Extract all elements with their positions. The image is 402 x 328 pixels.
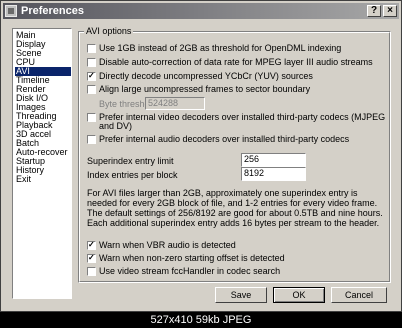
category-item-display[interactable]: Display (15, 40, 71, 49)
index-entries-label: Index entries per block (87, 170, 178, 180)
warn-vbr-checkbox[interactable]: ✓ (87, 240, 96, 250)
avi-options-group-label: AVI options (84, 26, 134, 36)
category-item-avi[interactable]: AVI (15, 67, 71, 76)
image-caption: 527x410 59kb JPEG (150, 314, 252, 326)
category-item-playback[interactable]: Playback (15, 121, 71, 130)
category-item-render[interactable]: Render (15, 85, 71, 94)
cancel-button[interactable]: Cancel (331, 287, 387, 303)
category-item-batch[interactable]: Batch (15, 139, 71, 148)
checkmark-icon: ✓ (88, 240, 95, 249)
category-item-auto-recover[interactable]: Auto-recover (15, 148, 71, 157)
prefer-internal-audio-checkbox[interactable] (87, 135, 96, 144)
yuv-decode-checkbox[interactable]: ✓ (87, 71, 96, 81)
warn-vbr-label[interactable]: Warn when VBR audio is detected (99, 240, 236, 250)
prefer-internal-video-label[interactable]: Prefer internal video decoders over inst… (99, 112, 385, 122)
checkmark-icon: ✓ (88, 253, 95, 262)
category-item-history[interactable]: History (15, 166, 71, 175)
align-frames-label[interactable]: Align large uncompressed frames to secto… (99, 84, 310, 94)
warn-offset-label[interactable]: Warn when non-zero starting offset is de… (99, 253, 285, 263)
category-list[interactable]: Main Display Scene CPU AVI Timeline Rend… (12, 28, 72, 299)
close-button[interactable]: × (383, 5, 397, 17)
superindex-field[interactable]: 256 (241, 153, 306, 167)
app-icon (5, 5, 17, 17)
prefer-internal-video-checkbox[interactable] (87, 113, 96, 122)
category-item-timeline[interactable]: Timeline (15, 76, 71, 85)
category-item-main[interactable]: Main (15, 31, 71, 40)
opendml-1gb-checkbox[interactable] (87, 44, 96, 53)
category-item-images[interactable]: Images (15, 103, 71, 112)
superindex-label: Superindex entry limit (87, 156, 174, 166)
byte-threshold-field: 524288 (145, 97, 205, 110)
align-frames-checkbox[interactable] (87, 85, 96, 94)
category-item-startup[interactable]: Startup (15, 157, 71, 166)
yuv-decode-label[interactable]: Directly decode uncompressed YCbCr (YUV)… (99, 71, 313, 81)
category-item-threading[interactable]: Threading (15, 112, 71, 121)
category-item-3d-accel[interactable]: 3D accel (15, 130, 71, 139)
category-item-exit[interactable]: Exit (15, 175, 71, 184)
help-button[interactable]: ? (367, 5, 381, 17)
mp3-datarate-checkbox[interactable] (87, 58, 96, 67)
opendml-1gb-label[interactable]: Use 1GB instead of 2GB as threshold for … (99, 43, 341, 53)
ok-button[interactable]: OK (273, 287, 325, 303)
prefer-internal-video-label-cont[interactable]: and DV) (99, 121, 132, 131)
mp3-datarate-label[interactable]: Disable auto-correction of data rate for… (99, 57, 373, 67)
checkmark-icon: ✓ (88, 71, 95, 80)
index-entries-field[interactable]: 8192 (241, 167, 306, 181)
superindex-info-text: For AVI files larger than 2GB, approxima… (87, 188, 383, 228)
category-item-scene[interactable]: Scene (15, 49, 71, 58)
warn-offset-checkbox[interactable]: ✓ (87, 253, 96, 263)
category-item-cpu[interactable]: CPU (15, 58, 71, 67)
prefer-internal-audio-label[interactable]: Prefer internal audio decoders over inst… (99, 134, 349, 144)
title-bar[interactable]: Preferences ? × (3, 3, 399, 19)
fcchandler-label[interactable]: Use video stream fccHandler in codec sea… (99, 266, 280, 276)
preferences-window: Preferences ? × Main Display Scene CPU A… (0, 0, 402, 312)
save-button[interactable]: Save (215, 287, 267, 303)
fcchandler-checkbox[interactable] (87, 267, 96, 276)
window-title: Preferences (21, 5, 84, 17)
category-item-disk-io[interactable]: Disk I/O (15, 94, 71, 103)
